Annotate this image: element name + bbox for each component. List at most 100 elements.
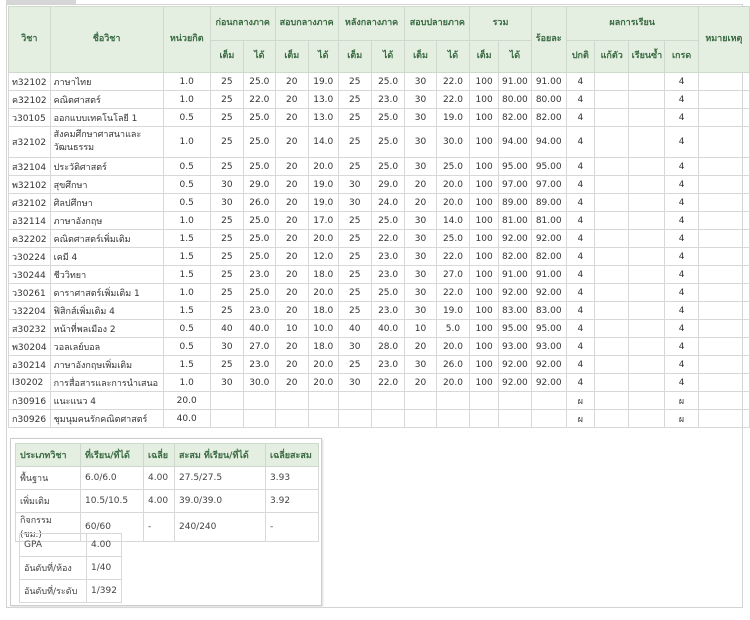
table-cell: ผ <box>664 409 699 428</box>
summary-cell: 6.0/6.0 <box>80 466 144 490</box>
table-cell: 100 <box>469 175 499 194</box>
table-cell: 83.00 <box>498 301 532 320</box>
col-full: เต็ม <box>469 40 499 73</box>
table-cell: 100 <box>469 72 499 91</box>
table-cell: 20 <box>274 211 309 230</box>
table-cell: 13.0 <box>307 90 339 109</box>
table-cell: 20 <box>274 193 309 212</box>
summary-cell: - <box>143 512 175 542</box>
table-cell: วอลเลย์บอล <box>49 337 164 356</box>
table-cell: 20.0 <box>435 373 471 392</box>
table-cell: หน้าที่พลเมือง 2 <box>49 319 164 338</box>
table-cell: 30 <box>209 337 244 356</box>
table-cell: 25 <box>337 211 372 230</box>
table-cell: 100 <box>469 283 499 302</box>
table-cell: 25 <box>209 355 244 374</box>
table-cell: 24.0 <box>370 193 406 212</box>
col-group-midterm: สอบกลางภาค <box>274 6 339 41</box>
table-cell: ก30916 <box>8 391 51 410</box>
table-cell: 4 <box>565 283 596 302</box>
table-cell <box>498 409 532 428</box>
table-cell <box>697 211 750 230</box>
table-cell: 40.0 <box>370 319 406 338</box>
col-full: เต็ม <box>337 40 372 73</box>
table-cell: ภาษาอังกฤษ <box>49 211 164 230</box>
table-cell: 19.0 <box>307 72 339 91</box>
table-cell: 29.0 <box>370 175 406 194</box>
table-cell: 1.5 <box>162 355 211 374</box>
table-cell: 30 <box>404 126 437 158</box>
table-cell <box>697 319 750 338</box>
table-cell <box>697 337 750 356</box>
table-cell <box>697 126 750 158</box>
table-cell: 20 <box>274 229 309 248</box>
table-cell: 94.00 <box>498 126 532 158</box>
table-cell: ส32102 <box>8 126 51 158</box>
table-cell: ว30105 <box>8 108 51 127</box>
table-cell: 30 <box>404 157 437 176</box>
col-retake: แก้ตัว <box>594 40 630 73</box>
table-cell: 97.00 <box>498 175 532 194</box>
table-cell: 95.00 <box>530 319 567 338</box>
table-cell: 82.00 <box>530 247 567 266</box>
table-cell: I30202 <box>8 373 51 392</box>
table-cell: 100 <box>469 193 499 212</box>
table-cell: ออกแบบเทคโนโลยี 1 <box>49 108 164 127</box>
table-cell: 30 <box>404 72 437 91</box>
table-cell: พ30204 <box>8 337 51 356</box>
table-row: ส32104 ประวัติศาสตร์ 0.5 25 25.0 20 20.0 25 25.0… <box>8 157 750 176</box>
table-cell: 25.0 <box>242 229 276 248</box>
table-cell: 100 <box>469 90 499 109</box>
table-cell: 25 <box>337 247 372 266</box>
table-cell: ชีววิทยา <box>49 265 164 284</box>
table-cell: 1.5 <box>162 247 211 266</box>
table-cell <box>594 211 630 230</box>
table-cell <box>628 283 666 302</box>
table-cell: 97.00 <box>530 175 567 194</box>
table-cell: 92.00 <box>498 373 532 392</box>
table-cell: 100 <box>469 126 499 158</box>
table-cell: 23.0 <box>242 355 276 374</box>
table-cell: 22.0 <box>435 247 471 266</box>
table-row: I30202 การสื่อสารและการนำเสนอ 1.0 30 30.0 20 2… <box>8 373 750 392</box>
table-cell: 100 <box>469 319 499 338</box>
table-cell: สุขศึกษา <box>49 175 164 194</box>
summary-cell: 4.00 <box>143 489 175 513</box>
table-cell: 23.0 <box>370 90 406 109</box>
col-code: วิชา <box>8 6 51 73</box>
table-cell: 30 <box>337 337 372 356</box>
table-cell <box>498 391 532 410</box>
table-cell: 27.0 <box>242 337 276 356</box>
table-cell: ค32202 <box>8 229 51 248</box>
table-cell: 25 <box>337 229 372 248</box>
table-cell: 82.00 <box>498 247 532 266</box>
table-cell: คณิตศาสตร์เพิ่มเติม <box>49 229 164 248</box>
table-cell: 0.5 <box>162 175 211 194</box>
table-cell: 20 <box>274 283 309 302</box>
table-cell: 82.00 <box>498 108 532 127</box>
table-cell <box>697 193 750 212</box>
table-cell: 25 <box>337 355 372 374</box>
table-cell: 92.00 <box>530 229 567 248</box>
table-cell: 20.0 <box>435 175 471 194</box>
table-cell: 40.0 <box>162 409 211 428</box>
col-got: ได้ <box>435 40 471 73</box>
table-cell: 25.0 <box>370 126 406 158</box>
table-cell: 20 <box>274 355 309 374</box>
table-cell <box>594 409 630 428</box>
table-cell: 20 <box>274 108 309 127</box>
table-cell: ชุมนุมคนรักคณิตศาสตร์ <box>49 409 164 428</box>
table-cell: 25.0 <box>370 72 406 91</box>
table-cell: 25.0 <box>435 229 471 248</box>
table-cell: 91.00 <box>498 265 532 284</box>
table-cell <box>628 229 666 248</box>
table-cell: 1.0 <box>162 283 211 302</box>
table-cell: 20 <box>274 157 309 176</box>
table-cell: 4 <box>565 229 596 248</box>
table-cell: 93.00 <box>530 337 567 356</box>
table-row: พ32102 สุขศึกษา 0.5 30 29.0 20 19.0 30 29.0 20 20.… <box>8 175 750 194</box>
table-row: ส30232 หน้าที่พลเมือง 2 0.5 40 40.0 10 10.0 40 4… <box>8 319 750 338</box>
table-cell: 100 <box>469 373 499 392</box>
table-cell: 4 <box>565 175 596 194</box>
gpa-row: อันดับที่/ห้อง 1/40 <box>19 556 122 580</box>
